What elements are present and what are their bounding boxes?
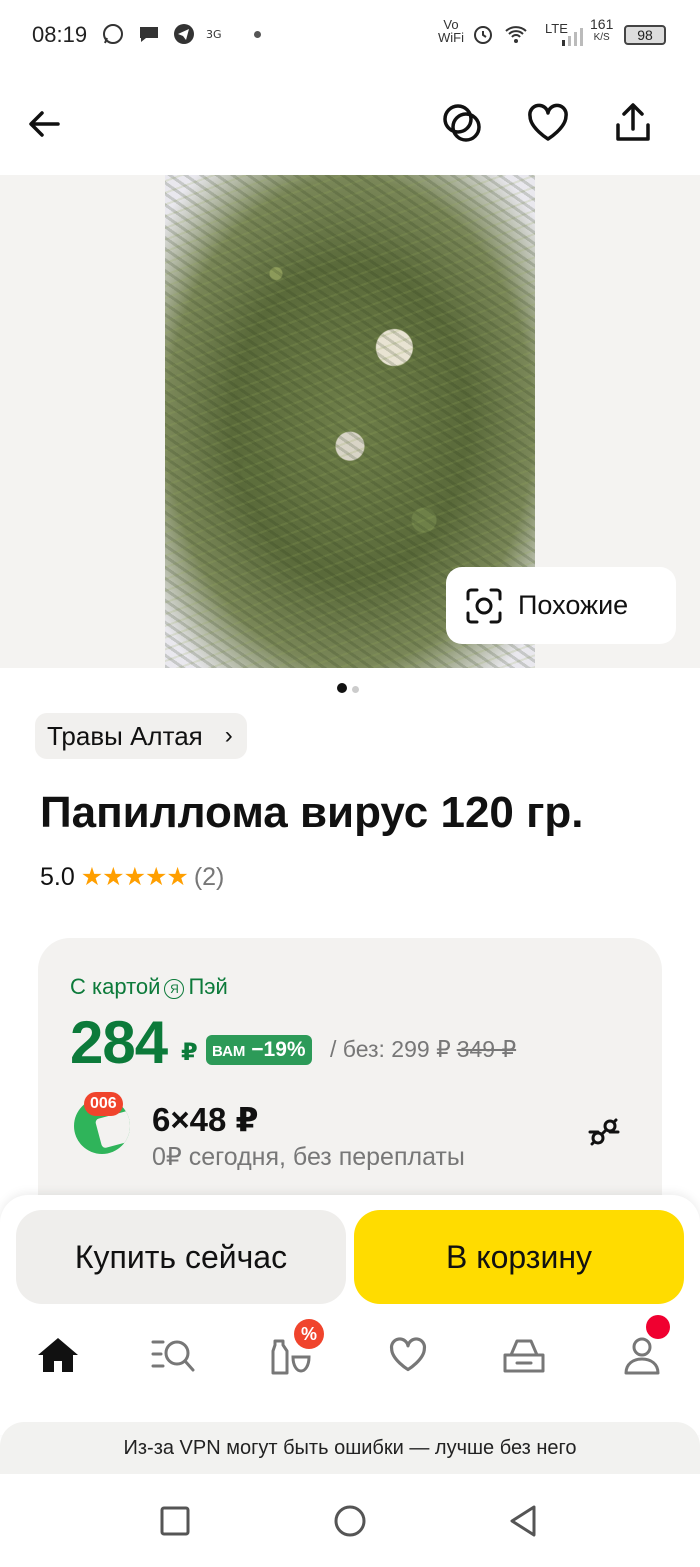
system-navigation-bar [0, 1474, 700, 1567]
svg-text:3G: 3G [206, 28, 222, 41]
gallery-pagination [337, 680, 364, 698]
add-to-cart-button[interactable]: В корзину [354, 1210, 684, 1304]
price-value: 284 [70, 1009, 168, 1076]
app-notification-icon: 3G [206, 28, 222, 41]
nav-catalog[interactable] [144, 1325, 204, 1385]
price-currency: ₽ [181, 1039, 198, 1066]
reviews-count: (2) [193, 862, 225, 891]
split-settings-icon[interactable] [584, 1112, 624, 1152]
alarm-icon [474, 26, 492, 44]
installment-price[interactable]: 6×48 ₽ [152, 1100, 258, 1139]
more-notifications-dot [254, 31, 261, 38]
camera-search-icon [466, 588, 502, 623]
nav-promo[interactable]: % [260, 1319, 324, 1385]
nav-cart[interactable] [494, 1325, 554, 1385]
network-speed: 161 K/S [590, 16, 614, 43]
buy-now-button[interactable]: Купить сейчас [16, 1210, 346, 1304]
discount-badge: вам −19% [206, 1035, 312, 1065]
telegram-icon [174, 24, 194, 44]
star-rating-icon: ★★★★★ [80, 863, 189, 891]
installment-note: 0₽ сегодня, без переплаты [152, 1143, 465, 1171]
vowifi-indicator: Vo WiFi [438, 17, 464, 45]
battery-indicator: 98 [624, 25, 666, 45]
chat-icon [140, 27, 158, 42]
home-icon [38, 1338, 78, 1372]
arrow-left-icon [29, 111, 60, 137]
status-time: 08:19 [32, 22, 88, 47]
price-card[interactable]: С картой Я Пэй 284 ₽ вам −19% / без: 299 ₽… [38, 938, 662, 1238]
brand-name: Травы Алтая [47, 721, 203, 751]
similar-label: Похожие [518, 590, 629, 620]
wifi-icon [505, 26, 527, 43]
profile-notification-dot [646, 1315, 670, 1339]
nav-home[interactable] [28, 1325, 88, 1385]
card-price-label: С картой Я Пэй [70, 974, 228, 999]
old-price: 349 ₽ [456, 1036, 517, 1062]
recent-apps-icon[interactable] [160, 1506, 190, 1536]
cart-icon [503, 1339, 545, 1373]
catalog-search-icon [151, 1340, 195, 1372]
brand-chip[interactable]: Травы Алтая › [35, 713, 247, 759]
chevron-right-icon: › [224, 722, 233, 749]
share-icon [616, 103, 650, 141]
profile-icon [624, 1337, 660, 1375]
product-title: Папиллома вирус 120 гр. [40, 788, 584, 837]
nav-favorites[interactable] [378, 1325, 438, 1385]
back-triangle-icon[interactable] [508, 1504, 538, 1538]
favorites-icon [389, 1337, 427, 1372]
compare-button[interactable] [438, 99, 486, 147]
whatsapp-icon [103, 24, 123, 44]
bottom-action-sheet: Купить сейчас В корзину % [0, 1195, 700, 1435]
promo-badge: % [294, 1319, 324, 1349]
home-circle-icon[interactable] [333, 1504, 367, 1538]
heart-icon [528, 103, 568, 141]
split-badge: 006 [84, 1092, 123, 1116]
rating-row[interactable]: 5.0 ★★★★★ (2) [40, 862, 224, 892]
pagination-dot [352, 686, 359, 693]
rating-value: 5.0 [40, 862, 75, 891]
compare-circles-icon [443, 104, 481, 142]
favorite-button[interactable] [524, 99, 572, 147]
pagination-dot-active [337, 683, 347, 693]
signal-icon [562, 28, 583, 46]
status-bar: 08:19 3G Vo WiFi LTE 161 K/S 98 [0, 0, 700, 70]
price-without-card: / без: 299 ₽349 ₽ [330, 1036, 517, 1062]
similar-button[interactable]: Похожие [446, 567, 676, 644]
bottom-navigation: % [0, 1315, 700, 1417]
vpn-warning-banner: Из-за VPN могут быть ошибки — лучше без … [0, 1422, 700, 1474]
nav-profile[interactable] [612, 1315, 672, 1385]
back-button[interactable] [20, 100, 68, 148]
yandex-pay-icon: Я [164, 979, 185, 999]
share-button[interactable] [609, 99, 657, 147]
